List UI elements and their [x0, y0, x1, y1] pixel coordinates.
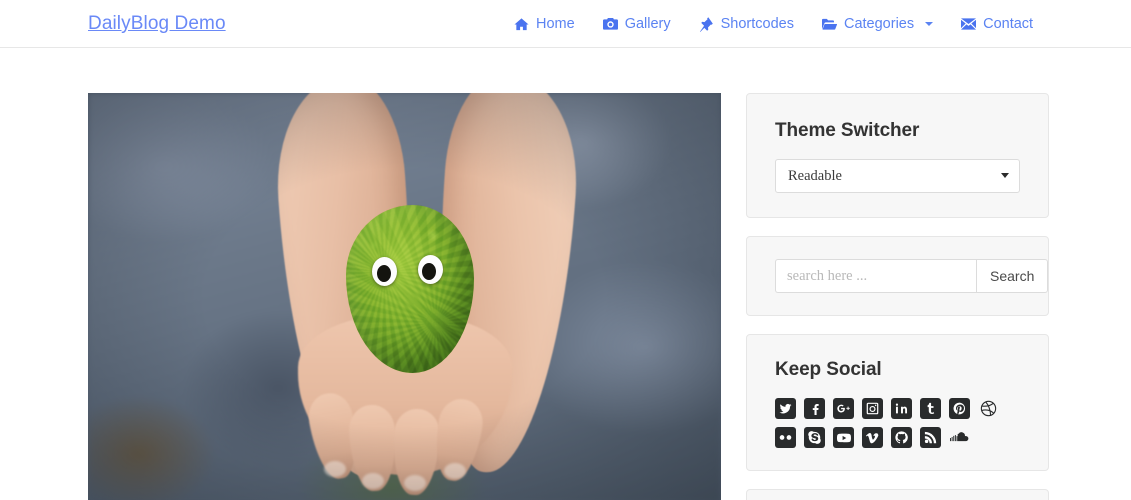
- nav-label-gallery: Gallery: [625, 0, 671, 48]
- widget-search: Search: [746, 236, 1049, 316]
- instagram-icon[interactable]: [862, 398, 883, 419]
- tumblr-icon[interactable]: [920, 398, 941, 419]
- search-group: Search: [775, 259, 1020, 293]
- nav-label-home: Home: [536, 0, 575, 48]
- rss-icon[interactable]: [920, 427, 941, 448]
- theme-switcher-title: Theme Switcher: [775, 120, 1020, 142]
- camera-icon: [603, 17, 618, 32]
- featured-image[interactable]: [88, 93, 721, 500]
- chevron-down-icon: [1001, 173, 1009, 178]
- envelope-icon: [961, 17, 976, 32]
- google-plus-icon[interactable]: [833, 398, 854, 419]
- nav-item-contact[interactable]: Contact: [947, 0, 1047, 48]
- keep-social-title: Keep Social: [775, 359, 1020, 381]
- search-input[interactable]: [775, 259, 976, 293]
- main-content-column: [88, 93, 721, 500]
- github-icon[interactable]: [891, 427, 912, 448]
- dribbble-icon[interactable]: [978, 398, 999, 419]
- nav-label-contact: Contact: [983, 0, 1033, 48]
- primary-navigation: Home Gallery Shortcodes: [500, 0, 1047, 48]
- nav-item-gallery[interactable]: Gallery: [589, 0, 685, 48]
- site-header: DailyBlog Demo Home Gallery: [0, 0, 1131, 48]
- twitter-icon[interactable]: [775, 398, 796, 419]
- nav-item-categories[interactable]: Categories: [808, 0, 947, 48]
- brand-link[interactable]: DailyBlog Demo: [88, 11, 226, 37]
- widget-partial-bottom: [746, 489, 1049, 500]
- chevron-down-icon: [925, 22, 933, 26]
- nav-label-categories: Categories: [844, 0, 914, 48]
- social-icon-grid: [775, 398, 1020, 448]
- home-icon: [514, 17, 529, 32]
- facebook-icon[interactable]: [804, 398, 825, 419]
- youtube-icon[interactable]: [833, 427, 854, 448]
- photo-vignette: [88, 93, 721, 500]
- nav-item-shortcodes[interactable]: Shortcodes: [685, 0, 808, 48]
- page-body: Theme Switcher Readable Search Keep Soci…: [0, 48, 1131, 500]
- social-row-1: [775, 398, 1020, 419]
- pushpin-icon: [699, 17, 714, 32]
- theme-select-wrapper: Readable: [775, 159, 1020, 193]
- vimeo-icon[interactable]: [862, 427, 883, 448]
- sidebar: Theme Switcher Readable Search Keep Soci…: [746, 93, 1049, 500]
- linkedin-icon[interactable]: [891, 398, 912, 419]
- pinterest-icon[interactable]: [949, 398, 970, 419]
- nav-item-home[interactable]: Home: [500, 0, 589, 48]
- social-row-2: [775, 427, 1020, 448]
- widget-theme-switcher: Theme Switcher Readable: [746, 93, 1049, 218]
- widget-keep-social: Keep Social: [746, 334, 1049, 471]
- theme-select[interactable]: Readable: [775, 159, 1020, 193]
- skype-icon[interactable]: [804, 427, 825, 448]
- nav-label-shortcodes: Shortcodes: [721, 0, 794, 48]
- soundcloud-icon[interactable]: [949, 427, 970, 448]
- search-button[interactable]: Search: [976, 259, 1048, 293]
- flickr-icon[interactable]: [775, 427, 796, 448]
- folder-open-icon: [822, 17, 837, 32]
